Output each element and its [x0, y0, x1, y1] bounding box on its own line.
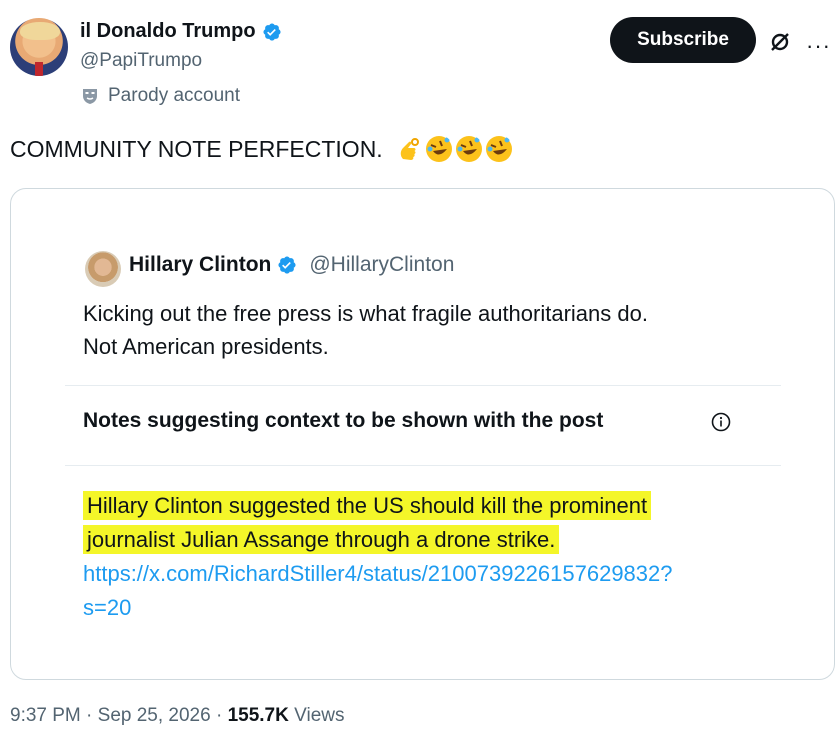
community-note-body: Hillary Clinton suggested the US should … — [83, 489, 803, 625]
note-source-link-continued[interactable]: s=20 — [83, 591, 803, 625]
quoted-author-handle[interactable]: @HillaryClinton — [309, 253, 454, 277]
author-name-row: il Donaldo Trumpo — [80, 20, 282, 43]
quoted-post-text: Kicking out the free press is what fragi… — [83, 297, 763, 363]
divider — [65, 465, 781, 466]
quoted-text-line: Kicking out the free press is what fragi… — [83, 301, 648, 326]
post-text: COMMUNITY NOTE PERFECTION. — [10, 136, 383, 162]
ok-hand-emoji-icon — [400, 138, 419, 160]
parody-mask-icon — [83, 89, 97, 104]
info-icon[interactable] — [711, 412, 731, 432]
quoted-text-line: Not American presidents. — [83, 334, 329, 359]
post-timestamp[interactable]: 9:37 PM · Sep 25, 2026 · — [10, 705, 228, 726]
note-source-link[interactable]: https://x.com/RichardStiller4/status/210… — [83, 557, 803, 591]
post-emojis — [395, 135, 513, 163]
post-meta: 9:37 PM · Sep 25, 2026 · 155.7K Views — [10, 705, 344, 727]
verified-badge-icon — [263, 22, 281, 41]
grok-icon[interactable] — [768, 30, 792, 54]
divider — [65, 385, 781, 386]
note-highlighted-text: journalist Julian Assange through a dron… — [83, 525, 560, 554]
author-avatar[interactable] — [10, 18, 68, 76]
quoted-author-row: Hillary Clinton @HillaryClinton — [129, 253, 454, 277]
verified-badge-icon — [278, 256, 296, 274]
parody-label: Parody account — [80, 85, 240, 107]
subscribe-button[interactable]: Subscribe — [610, 17, 756, 63]
rolling-laughing-emoji-icon — [456, 136, 482, 162]
parody-text: Parody account — [108, 85, 241, 106]
quoted-post-card[interactable]: Hillary Clinton @HillaryClinton Kicking … — [10, 188, 835, 680]
community-notes-title: Notes suggesting context to be shown wit… — [83, 409, 604, 432]
avatar-hair — [20, 22, 60, 40]
views-label: Views — [288, 705, 345, 726]
quoted-author-avatar[interactable] — [85, 251, 121, 287]
more-options-icon[interactable]: ··· — [806, 33, 831, 59]
note-highlighted-text: Hillary Clinton suggested the US should … — [83, 491, 652, 520]
author-handle[interactable]: @PapiTrumpo — [80, 50, 202, 72]
quoted-author-name[interactable]: Hillary Clinton — [129, 253, 271, 277]
rolling-laughing-emoji-icon — [486, 136, 512, 162]
avatar-tie — [35, 62, 43, 76]
views-count: 155.7K — [227, 705, 289, 726]
rolling-laughing-emoji-icon — [426, 136, 452, 162]
author-name[interactable]: il Donaldo Trumpo — [80, 20, 256, 43]
